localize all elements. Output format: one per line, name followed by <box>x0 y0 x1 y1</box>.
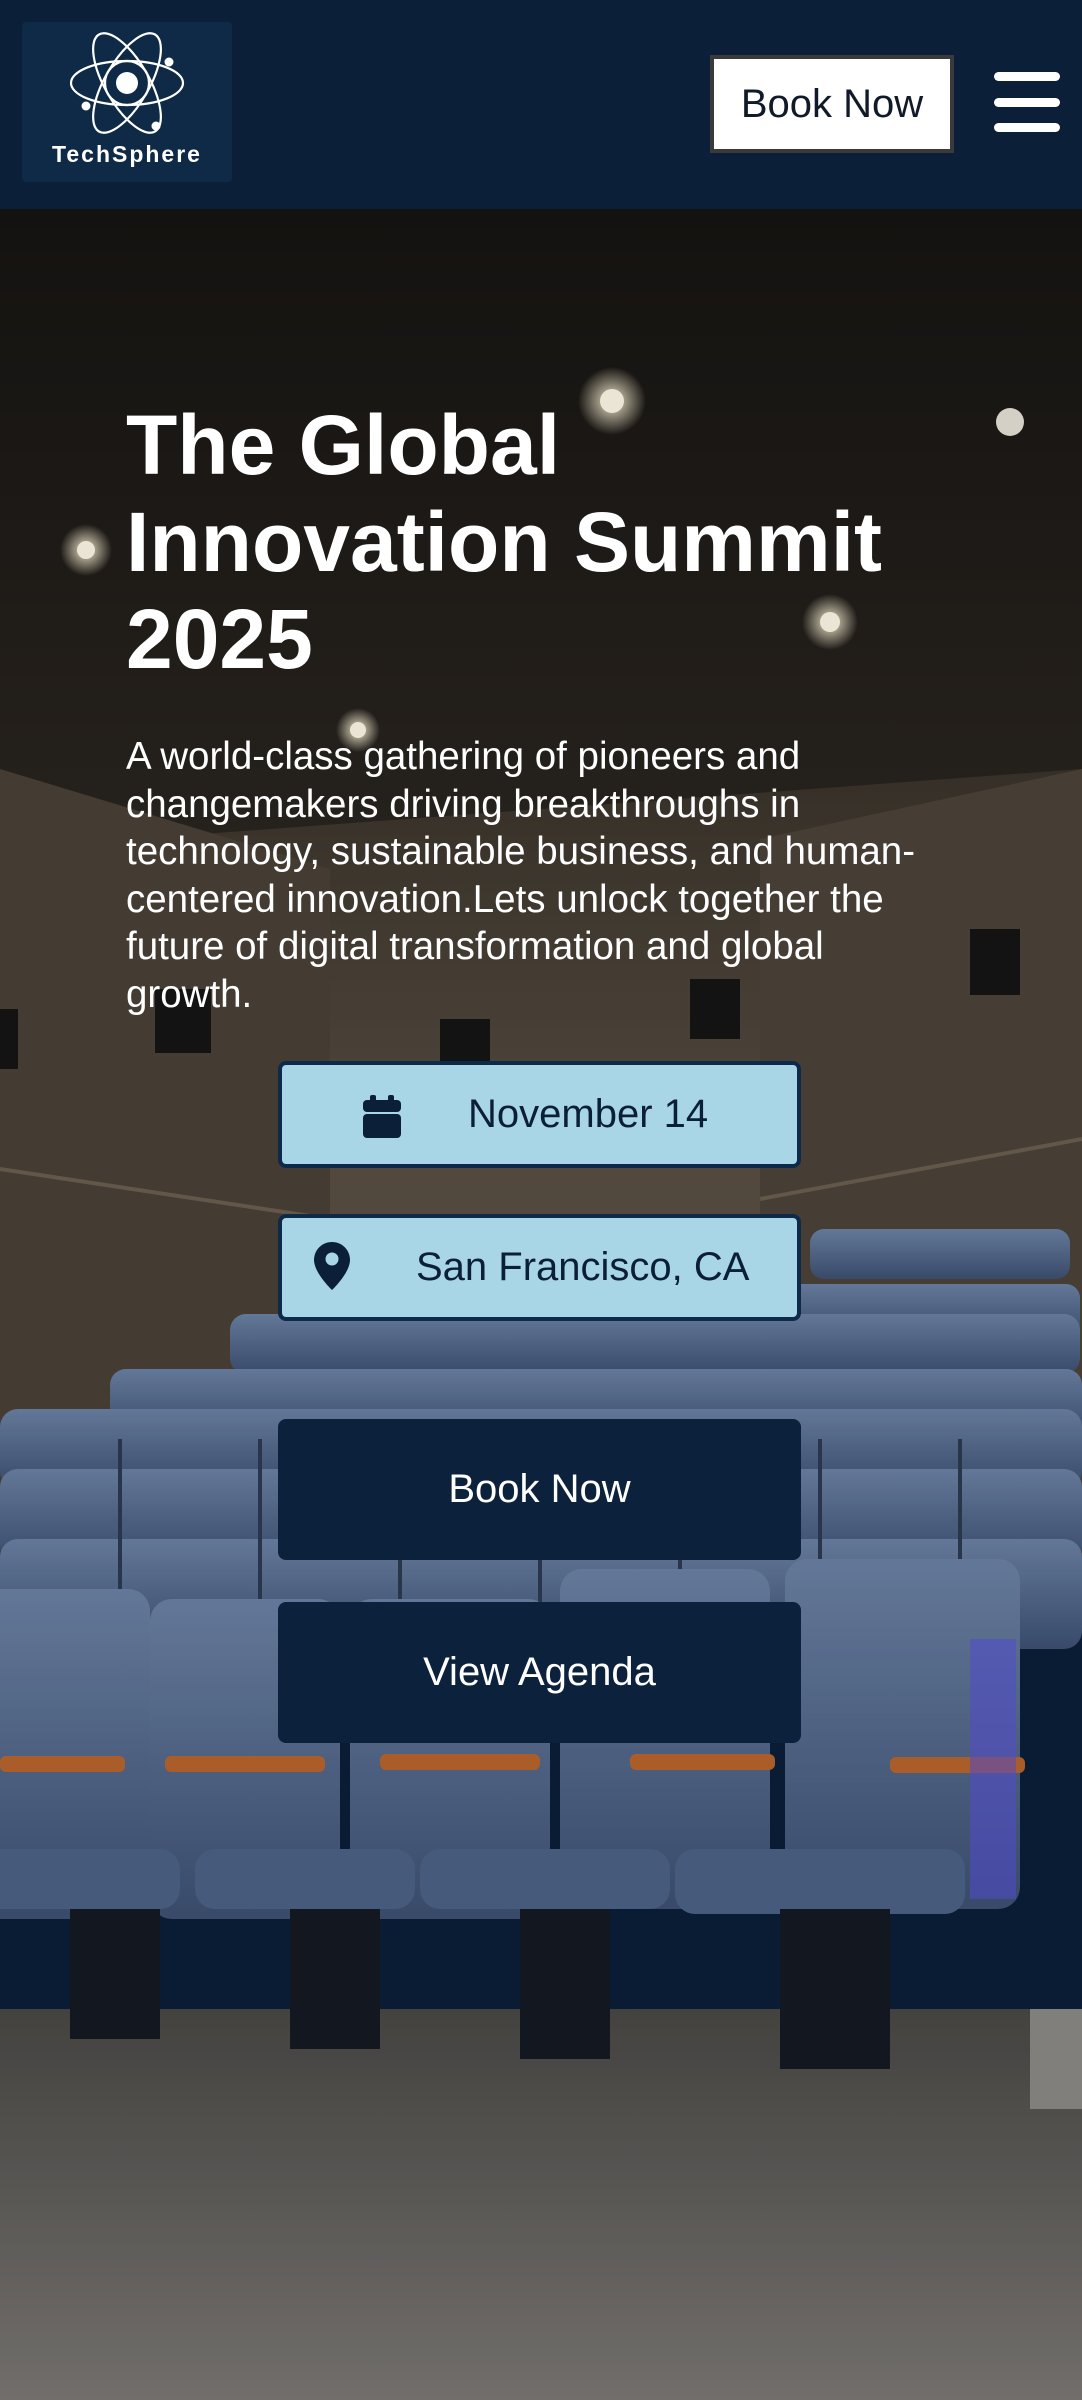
hero-section: The Global Innovation Summit 2025 A worl… <box>0 209 1082 2400</box>
event-date-badge: November 14 <box>278 1061 801 1168</box>
book-now-button[interactable]: Book Now <box>278 1419 801 1560</box>
calendar-icon <box>363 1095 401 1138</box>
hero-title: The Global Innovation Summit 2025 <box>126 398 882 686</box>
event-location-badge: San Francisco, CA <box>278 1214 801 1321</box>
header-book-now-button[interactable]: Book Now <box>710 55 954 153</box>
event-location-text: San Francisco, CA <box>416 1245 750 1289</box>
techsphere-logo[interactable]: TechSphere <box>22 22 232 182</box>
view-agenda-button[interactable]: View Agenda <box>278 1602 801 1743</box>
location-pin-icon <box>314 1242 350 1290</box>
hero-description: A world-class gathering of pioneers and … <box>126 735 916 1016</box>
hamburger-menu-icon[interactable] <box>994 72 1060 132</box>
atom-logo-icon <box>69 32 185 134</box>
event-date-text: November 14 <box>468 1092 709 1136</box>
site-header: TechSphere Book Now <box>0 0 1082 209</box>
logo-text: TechSphere <box>52 141 202 167</box>
